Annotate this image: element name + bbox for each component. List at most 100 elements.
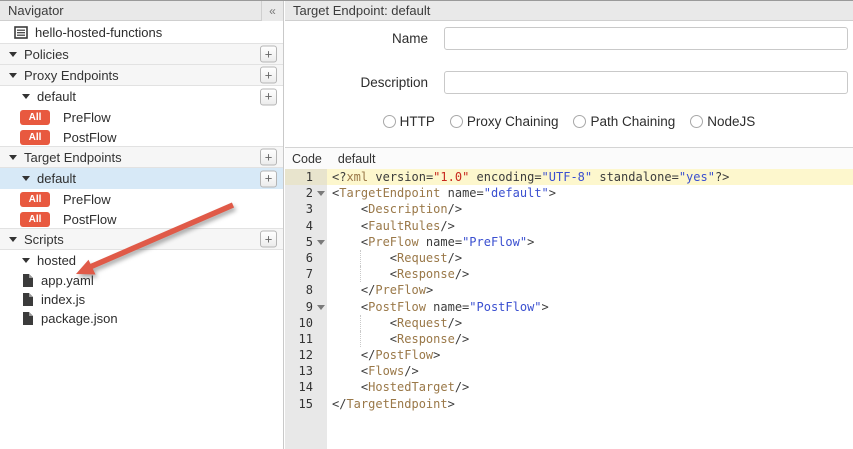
code-line-11[interactable]: <Response/> <box>327 331 853 347</box>
nav-item-label: default <box>37 89 76 104</box>
line-number[interactable]: 3 <box>285 201 327 217</box>
code-header: Code default <box>285 147 853 169</box>
line-number[interactable]: 7 <box>285 266 327 282</box>
code-token: TargetEndpoint <box>339 186 440 200</box>
add-button[interactable]: + <box>260 231 277 248</box>
code-line-12[interactable]: </PostFlow> <box>327 347 853 363</box>
code-token: Request <box>397 251 448 265</box>
code-line-6[interactable]: <Request/> <box>327 250 853 266</box>
nav-item-label: app.yaml <box>41 273 94 288</box>
expand-triangle-icon[interactable] <box>9 237 17 242</box>
code-line-10[interactable]: <Request/> <box>327 315 853 331</box>
endpoint-type-radios: HTTP Proxy Chaining Path Chaining NodeJS <box>285 114 853 129</box>
code-editor[interactable]: 123456789101112131415 <?xml version="1.0… <box>285 169 853 449</box>
navigator-panel: Navigator « hello-hosted-functions Polic… <box>0 1 284 449</box>
line-number[interactable]: 12 <box>285 347 327 363</box>
radio-circle-icon[interactable] <box>690 115 703 128</box>
line-number[interactable]: 4 <box>285 218 327 234</box>
nav-flow-preflow[interactable]: AllPreFlow <box>0 107 283 127</box>
fold-arrow-icon[interactable] <box>317 240 325 245</box>
flow-condition-badge: All <box>20 110 50 125</box>
code-token: "1.0" <box>433 170 469 184</box>
nav-section-target-endpoints[interactable]: Target Endpoints+ <box>0 146 283 168</box>
code-line-8[interactable]: </PreFlow> <box>327 282 853 298</box>
code-token: name= <box>440 186 483 200</box>
code-line-2[interactable]: <TargetEndpoint name="default"> <box>327 185 853 201</box>
line-number[interactable]: 9 <box>285 299 327 315</box>
line-number[interactable]: 5 <box>285 234 327 250</box>
radio-label: Proxy Chaining <box>467 114 559 129</box>
expand-triangle-icon[interactable] <box>22 258 30 263</box>
nav-endpoint-default[interactable]: default + <box>0 86 283 107</box>
radio-http[interactable]: HTTP <box>383 114 435 129</box>
nav-flow-preflow[interactable]: AllPreFlow <box>0 189 283 209</box>
expand-triangle-icon[interactable] <box>9 52 17 57</box>
code-token: < <box>332 332 397 346</box>
nav-endpoint-default[interactable]: default+ <box>0 168 283 189</box>
code-token: /> <box>448 202 462 216</box>
code-line-9[interactable]: <PostFlow name="PostFlow"> <box>327 299 853 315</box>
code-filename: default <box>338 152 376 166</box>
radio-path-chaining[interactable]: Path Chaining <box>573 114 675 129</box>
code-token: Response <box>397 267 455 281</box>
fold-arrow-icon[interactable] <box>317 305 325 310</box>
navigator-title: Navigator <box>0 3 261 18</box>
line-number[interactable]: 15 <box>285 396 327 412</box>
nav-file-app-yaml[interactable]: app.yaml <box>0 271 283 290</box>
add-button[interactable]: + <box>260 67 277 84</box>
code-line-7[interactable]: <Response/> <box>327 266 853 282</box>
code-token: /> <box>455 332 469 346</box>
radio-nodejs[interactable]: NodeJS <box>690 114 755 129</box>
code-line-14[interactable]: <HostedTarget/> <box>327 379 853 395</box>
nav-section-proxy-endpoints[interactable]: Proxy Endpoints+ <box>0 64 283 86</box>
radio-proxy-chaining[interactable]: Proxy Chaining <box>450 114 559 129</box>
fold-arrow-icon[interactable] <box>317 191 325 196</box>
line-number[interactable]: 10 <box>285 315 327 331</box>
collapse-panel-button[interactable]: « <box>261 1 283 21</box>
radio-circle-icon[interactable] <box>383 115 396 128</box>
nav-flow-postflow[interactable]: AllPostFlow <box>0 127 283 147</box>
code-token: </ <box>332 348 375 362</box>
code-line-13[interactable]: <Flows/> <box>327 363 853 379</box>
add-button[interactable]: + <box>260 170 277 187</box>
flow-condition-badge: All <box>20 130 50 145</box>
nav-item-bundle[interactable]: hello-hosted-functions <box>0 21 283 44</box>
nav-flow-postflow[interactable]: AllPostFlow <box>0 209 283 229</box>
flow-condition-badge: All <box>20 192 50 207</box>
nav-section-scripts[interactable]: Scripts + <box>0 228 283 250</box>
code-token: > <box>433 348 440 362</box>
nav-section-policies[interactable]: Policies+ <box>0 43 283 65</box>
line-number[interactable]: 13 <box>285 363 327 379</box>
line-number[interactable]: 2 <box>285 185 327 201</box>
code-token: PostFlow <box>375 348 433 362</box>
nav-file-index-js[interactable]: index.js <box>0 290 283 309</box>
line-number[interactable]: 6 <box>285 250 327 266</box>
expand-triangle-icon[interactable] <box>22 176 30 181</box>
radio-circle-icon[interactable] <box>450 115 463 128</box>
nav-file-package-json[interactable]: package.json <box>0 309 283 328</box>
line-number[interactable]: 14 <box>285 379 327 395</box>
code-token: < <box>332 202 368 216</box>
code-token: > <box>542 300 549 314</box>
line-number[interactable]: 8 <box>285 282 327 298</box>
code-line-5[interactable]: <PreFlow name="PreFlow"> <box>327 234 853 250</box>
expand-triangle-icon[interactable] <box>9 73 17 78</box>
radio-circle-icon[interactable] <box>573 115 586 128</box>
expand-triangle-icon[interactable] <box>22 94 30 99</box>
description-input[interactable] <box>444 71 848 94</box>
code-line-3[interactable]: <Description/> <box>327 201 853 217</box>
expand-triangle-icon[interactable] <box>9 155 17 160</box>
code-line-1[interactable]: <?xml version="1.0" encoding="UTF-8" sta… <box>327 169 853 185</box>
add-button[interactable]: + <box>260 46 277 63</box>
add-button[interactable]: + <box>260 88 277 105</box>
name-input[interactable] <box>444 27 848 50</box>
editor-content[interactable]: <?xml version="1.0" encoding="UTF-8" sta… <box>327 169 853 449</box>
code-line-15[interactable]: </TargetEndpoint> <box>327 396 853 412</box>
code-line-4[interactable]: <FaultRules/> <box>327 218 853 234</box>
nav-folder-hosted[interactable]: hosted <box>0 250 283 271</box>
nav-item-label: Scripts <box>24 232 64 247</box>
line-number[interactable]: 1 <box>285 169 327 185</box>
line-number[interactable]: 11 <box>285 331 327 347</box>
add-button[interactable]: + <box>260 149 277 166</box>
navigator-tree: Policies+Proxy Endpoints+ default + AllPreF… <box>0 43 283 328</box>
